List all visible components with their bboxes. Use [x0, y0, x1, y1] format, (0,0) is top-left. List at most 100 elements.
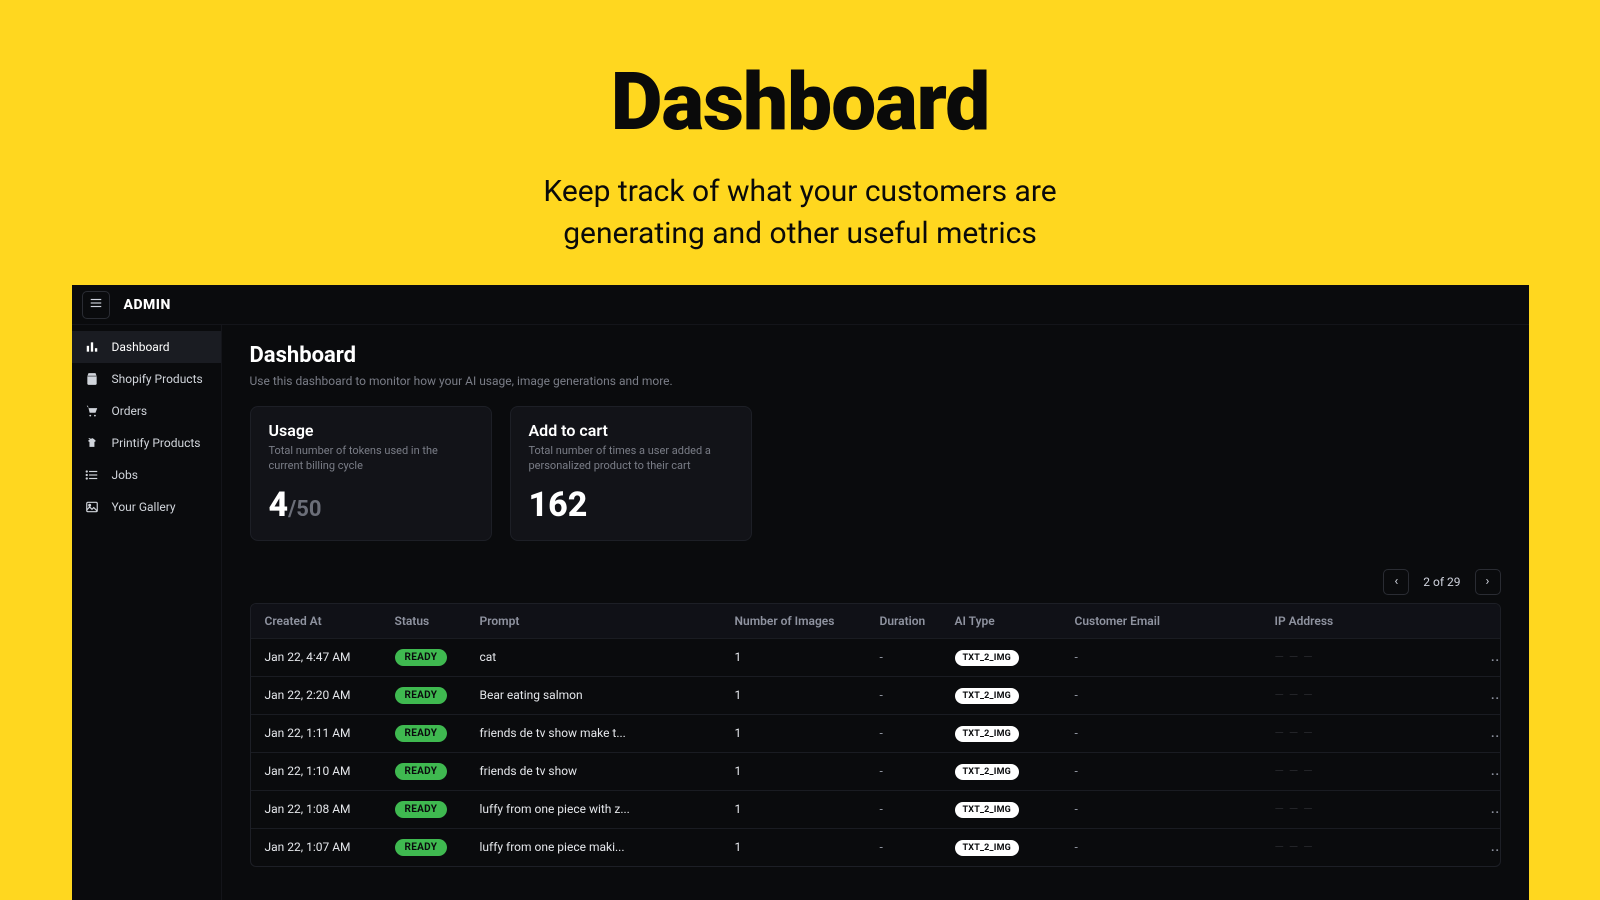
cell-prompt: friends de tv show: [480, 764, 735, 778]
row-actions-button[interactable]: ...: [1465, 764, 1501, 778]
sidebar-item-shopify-products[interactable]: Shopify Products: [72, 363, 221, 395]
app-body: Dashboard Shopify Products Orders Printi…: [72, 325, 1529, 900]
cell-ip-address: — — —: [1275, 688, 1465, 702]
cell-ai-type: TXT_2_IMG: [955, 763, 1075, 780]
cell-status: READY: [395, 649, 480, 666]
sidebar-item-label: Dashboard: [112, 340, 170, 354]
table-row: Jan 22, 4:47 AMREADYcat1-TXT_2_IMG-— — —…: [251, 638, 1500, 676]
cell-customer-email: -: [1075, 688, 1275, 702]
generations-table: Created At Status Prompt Number of Image…: [250, 603, 1501, 867]
table-row: Jan 22, 1:07 AMREADYluffy from one piece…: [251, 828, 1500, 866]
add-to-cart-card-title: Add to cart: [529, 421, 733, 440]
cell-status: READY: [395, 725, 480, 742]
cell-ai-type: TXT_2_IMG: [955, 687, 1075, 704]
cell-ip-address: — — —: [1275, 840, 1465, 854]
row-actions-button[interactable]: ...: [1465, 726, 1501, 740]
pagination-prev-button[interactable]: ‹: [1383, 569, 1409, 595]
add-to-cart-card: Add to cart Total number of times a user…: [510, 406, 752, 541]
cell-ai-type: TXT_2_IMG: [955, 725, 1075, 742]
ai-type-badge: TXT_2_IMG: [955, 802, 1019, 818]
usage-card-title: Usage: [269, 421, 473, 440]
cell-ip-address: — — —: [1275, 650, 1465, 664]
cell-prompt: cat: [480, 650, 735, 664]
row-actions-button[interactable]: ...: [1465, 650, 1501, 664]
cell-status: READY: [395, 839, 480, 856]
cell-ai-type: TXT_2_IMG: [955, 839, 1075, 856]
image-icon: [84, 499, 100, 515]
cell-num-images: 1: [735, 688, 880, 702]
usage-card: Usage Total number of tokens used in the…: [250, 406, 492, 541]
brand-label: ADMIN: [124, 297, 171, 313]
cell-created-at: Jan 22, 1:10 AM: [265, 764, 395, 778]
hero-subtitle: Keep track of what your customers are ge…: [543, 171, 1056, 255]
cell-ip-address: — — —: [1275, 802, 1465, 816]
row-actions-button[interactable]: ...: [1465, 802, 1501, 816]
cell-created-at: Jan 22, 2:20 AM: [265, 688, 395, 702]
row-actions-button[interactable]: ...: [1465, 840, 1501, 854]
col-created-at: Created At: [265, 614, 395, 628]
status-badge: READY: [395, 687, 448, 704]
hamburger-icon: [89, 296, 103, 314]
add-to-cart-card-value: 162: [529, 488, 733, 522]
cell-prompt: Bear eating salmon: [480, 688, 735, 702]
menu-toggle-button[interactable]: [82, 291, 110, 319]
col-ip-address: IP Address: [1275, 614, 1465, 628]
pagination: ‹ 2 of 29 ›: [250, 569, 1501, 595]
col-status: Status: [395, 614, 480, 628]
cell-customer-email: -: [1075, 726, 1275, 740]
status-badge: READY: [395, 649, 448, 666]
cell-prompt: luffy from one piece maki...: [480, 840, 735, 854]
cell-num-images: 1: [735, 764, 880, 778]
cell-customer-email: -: [1075, 802, 1275, 816]
status-badge: READY: [395, 763, 448, 780]
list-icon: [84, 467, 100, 483]
cell-ai-type: TXT_2_IMG: [955, 801, 1075, 818]
cell-status: READY: [395, 687, 480, 704]
hero-sub-line1: Keep track of what your customers are: [543, 174, 1056, 209]
sidebar-item-label: Jobs: [112, 468, 138, 482]
cart-icon: [84, 403, 100, 419]
cell-ai-type: TXT_2_IMG: [955, 649, 1075, 666]
table-header-row: Created At Status Prompt Number of Image…: [251, 604, 1500, 638]
cell-prompt: friends de tv show make t...: [480, 726, 735, 740]
table-row: Jan 22, 1:11 AMREADYfriends de tv show m…: [251, 714, 1500, 752]
table-row: Jan 22, 1:10 AMREADYfriends de tv show1-…: [251, 752, 1500, 790]
col-duration: Duration: [880, 614, 955, 628]
sidebar-item-your-gallery[interactable]: Your Gallery: [72, 491, 221, 523]
usage-card-desc: Total number of tokens used in the curre…: [269, 444, 473, 474]
cell-customer-email: -: [1075, 650, 1275, 664]
topbar: ADMIN: [72, 285, 1529, 325]
pagination-next-button[interactable]: ›: [1475, 569, 1501, 595]
hero-title: Dashboard: [611, 55, 990, 149]
cell-customer-email: -: [1075, 840, 1275, 854]
tshirt-icon: [84, 435, 100, 451]
status-badge: READY: [395, 725, 448, 742]
cell-num-images: 1: [735, 650, 880, 664]
bar-chart-icon: [84, 339, 100, 355]
sidebar-item-dashboard[interactable]: Dashboard: [72, 331, 221, 363]
sidebar-item-printify-products[interactable]: Printify Products: [72, 427, 221, 459]
ai-type-badge: TXT_2_IMG: [955, 764, 1019, 780]
pagination-label: 2 of 29: [1417, 575, 1466, 589]
sidebar-item-orders[interactable]: Orders: [72, 395, 221, 427]
row-actions-button[interactable]: ...: [1465, 688, 1501, 702]
sidebar-item-label: Shopify Products: [112, 372, 203, 386]
sidebar: Dashboard Shopify Products Orders Printi…: [72, 325, 222, 900]
cell-customer-email: -: [1075, 764, 1275, 778]
col-customer-email: Customer Email: [1075, 614, 1275, 628]
ai-type-badge: TXT_2_IMG: [955, 726, 1019, 742]
ai-type-badge: TXT_2_IMG: [955, 650, 1019, 666]
col-num-images: Number of Images: [735, 614, 880, 628]
sidebar-item-jobs[interactable]: Jobs: [72, 459, 221, 491]
cell-duration: -: [880, 688, 955, 702]
col-ai-type: AI Type: [955, 614, 1075, 628]
ai-type-badge: TXT_2_IMG: [955, 688, 1019, 704]
cell-duration: -: [880, 726, 955, 740]
table-row: Jan 22, 2:20 AMREADYBear eating salmon1-…: [251, 676, 1500, 714]
cell-duration: -: [880, 764, 955, 778]
main-content: Dashboard Use this dashboard to monitor …: [222, 325, 1529, 900]
table-row: Jan 22, 1:08 AMREADYluffy from one piece…: [251, 790, 1500, 828]
stat-cards: Usage Total number of tokens used in the…: [250, 406, 1501, 541]
cell-ip-address: — — —: [1275, 764, 1465, 778]
page-title: Dashboard: [250, 343, 1501, 368]
